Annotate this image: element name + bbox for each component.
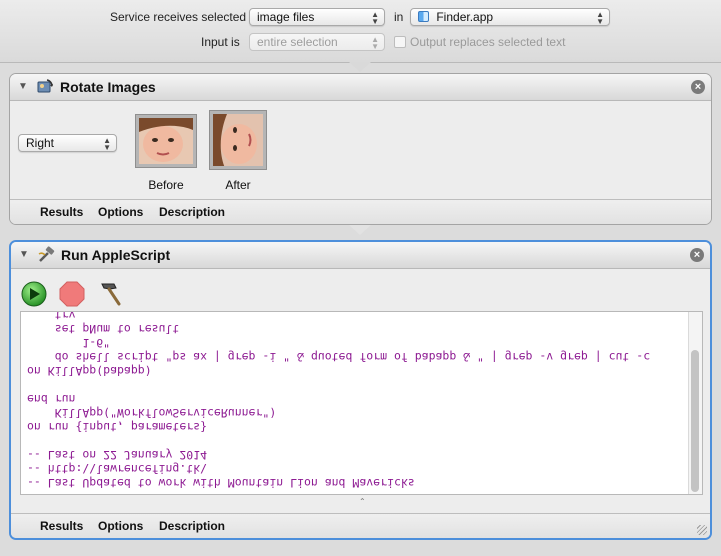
split-handle-icon[interactable]: ⌃: [359, 497, 366, 506]
description-tab[interactable]: Description: [159, 205, 225, 219]
code-line: try: [27, 311, 76, 322]
action-title: Rotate Images: [60, 79, 156, 95]
action-header[interactable]: ▼ Rotate Images ×: [10, 74, 711, 101]
popup-arrows-icon: ▲ ▼: [103, 136, 111, 152]
popup-arrows-icon: ▲ ▼: [371, 10, 379, 26]
popup-arrows-icon: ▲ ▼: [371, 35, 379, 51]
application-value: Finder.app: [436, 10, 494, 24]
after-caption: After: [225, 178, 251, 192]
script-editor[interactable]: -- Last Updated to work with Mountain Li…: [20, 311, 703, 495]
stop-script-button[interactable]: [58, 280, 86, 308]
before-caption: Before: [148, 178, 184, 192]
run-applescript-action: ▼ Run AppleScript × -- Last Updated to w…: [9, 240, 712, 540]
vertical-scrollbar[interactable]: [688, 312, 702, 494]
code-line: end run: [27, 392, 76, 406]
service-config-bar: Service receives selected image files ▲ ▼…: [0, 0, 721, 63]
rotate-images-icon: [37, 79, 53, 93]
after-thumbnail: [209, 110, 267, 170]
popup-arrows-icon: ▲ ▼: [596, 10, 604, 26]
applescript-icon: [38, 246, 55, 262]
input-scope-popup[interactable]: entire selection ▲ ▼: [249, 33, 385, 51]
code-line: -- http:\\lawrencefing.tk\: [27, 462, 208, 476]
action-title: Run AppleScript: [61, 247, 171, 263]
connector-notch: [349, 225, 371, 235]
after-photo: [213, 114, 263, 166]
script-code: -- Last Updated to work with Mountain Li…: [21, 311, 691, 494]
connector-notch: [349, 62, 371, 72]
code-line: -- Last Updated to work with Mountain Li…: [27, 476, 415, 490]
application-popup[interactable]: Finder.app ▲ ▼: [410, 8, 610, 26]
disclosure-triangle-icon[interactable]: ▼: [19, 249, 29, 260]
in-label: in: [394, 10, 404, 24]
before-thumbnail: [135, 114, 197, 168]
scrollbar-thumb[interactable]: [691, 350, 699, 492]
results-tab[interactable]: Results: [40, 205, 83, 219]
action-footer: Results Options Description: [11, 513, 710, 538]
results-tab[interactable]: Results: [40, 519, 83, 533]
input-type-popup[interactable]: image files ▲ ▼: [249, 8, 385, 26]
code-line: 1-6": [27, 336, 111, 350]
code-line: on KillApp(babapp): [27, 364, 152, 378]
rotate-images-action: ▼ Rotate Images × Right ▲ ▼ Before After…: [9, 73, 712, 225]
run-script-button[interactable]: [20, 280, 48, 308]
description-tab[interactable]: Description: [159, 519, 225, 533]
resize-grip-icon[interactable]: [697, 525, 707, 535]
action-footer: Results Options Description: [10, 199, 711, 224]
input-type-value: image files: [257, 10, 315, 24]
options-tab[interactable]: Options: [98, 205, 143, 219]
disclosure-triangle-icon[interactable]: ▼: [18, 81, 28, 92]
code-line: -- Last on 22 January 2014: [27, 448, 208, 462]
finder-icon: [418, 11, 429, 22]
output-replaces-label: Output replaces selected text: [410, 35, 566, 49]
output-replaces-checkbox[interactable]: [394, 36, 406, 48]
close-icon[interactable]: ×: [690, 248, 704, 262]
action-header[interactable]: ▼ Run AppleScript ×: [11, 242, 710, 269]
close-icon[interactable]: ×: [691, 80, 705, 94]
code-line: set pNum to result: [27, 322, 180, 336]
service-receives-label: Service receives selected: [110, 10, 247, 24]
code-line: do shell script "ps ax | grep -i " & quo…: [27, 350, 651, 364]
input-is-label: Input is: [201, 35, 240, 49]
rotation-direction-value: Right: [26, 136, 55, 150]
rotation-direction-popup[interactable]: Right ▲ ▼: [18, 134, 117, 152]
code-line: KillApp("WorkflowServiceRunner"): [27, 406, 277, 420]
compile-hammer-button[interactable]: [96, 280, 124, 308]
code-line: on run {input, parameters}: [27, 420, 208, 434]
options-tab[interactable]: Options: [98, 519, 143, 533]
before-photo: [139, 118, 193, 164]
input-scope-value: entire selection: [257, 35, 338, 49]
